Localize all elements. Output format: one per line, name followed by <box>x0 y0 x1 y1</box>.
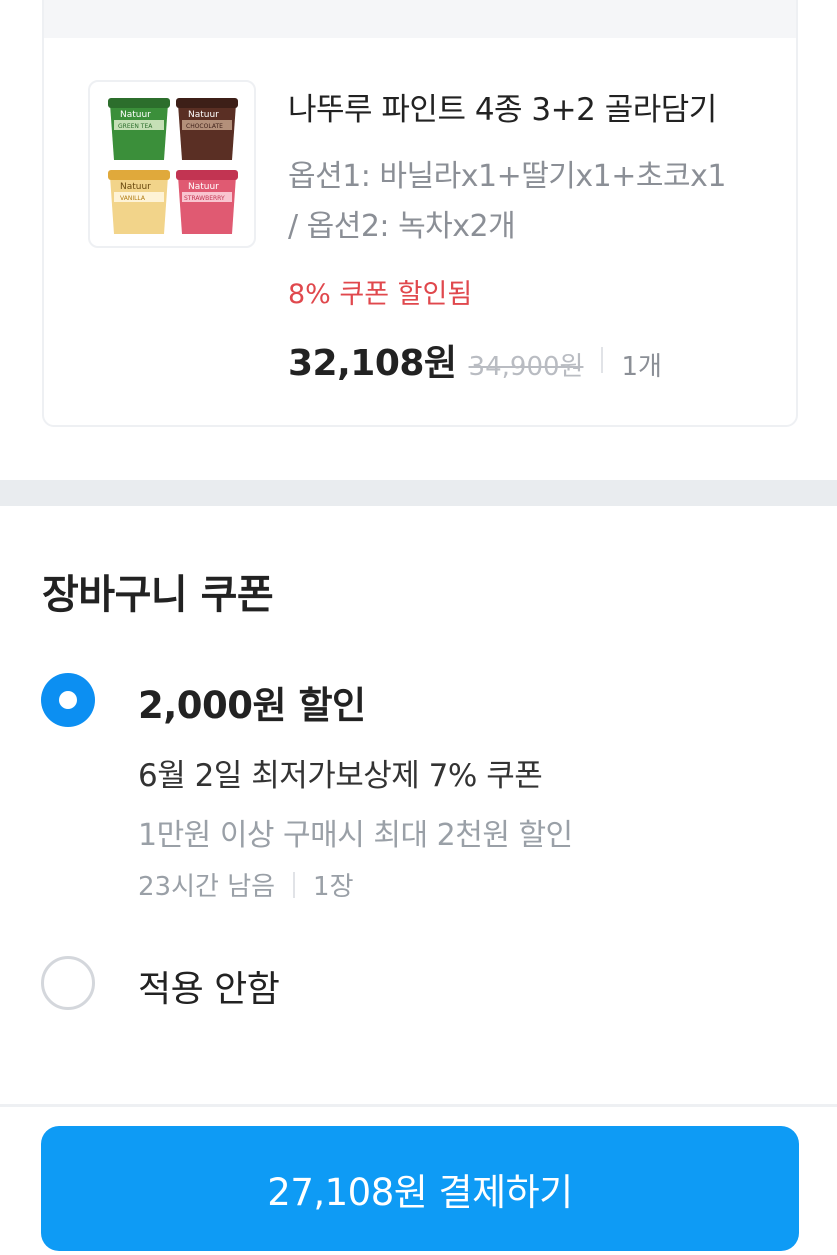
price-row: 32,108원 34,900원 1개 <box>288 334 662 386</box>
cart-coupon-title: 장바구니 쿠폰 <box>42 572 274 618</box>
no-coupon-label[interactable]: 적용 안함 <box>138 960 280 1012</box>
option-line-1: 옵션1: 바닐라x1+딸기x1+초코x1 <box>288 159 726 194</box>
coupon-applied-label: 8% 쿠폰 할인됨 <box>288 279 473 310</box>
brand-label-2: Natuur <box>188 110 219 120</box>
no-coupon-radio[interactable] <box>41 956 95 1010</box>
ice-cream-pints-icon: Natuur Natuur Natuur Natuur GREEN TEA CH… <box>108 98 238 234</box>
flavor-label-3: VANILLA <box>120 195 146 202</box>
original-price: 34,900원 <box>468 352 584 382</box>
brand-label-1: Natuur <box>120 110 151 120</box>
option-line-2: / 옵션2: 녹차x2개 <box>288 209 516 244</box>
coupon-radio-selected[interactable] <box>41 673 95 727</box>
section-divider <box>0 480 837 506</box>
flavor-label-2: CHOCOLATE <box>186 123 223 130</box>
bottom-bar-divider <box>0 1104 837 1107</box>
divider <box>601 347 604 373</box>
current-price: 32,108원 <box>288 343 457 384</box>
coupon-count: 1장 <box>313 872 354 902</box>
cart-checkout-screen: Natuur Natuur Natuur Natuur GREEN TEA CH… <box>0 0 837 1255</box>
flavor-label-4: STRAWBERRY <box>184 195 225 202</box>
coupon-discount-amount[interactable]: 2,000원 할인 <box>138 675 366 729</box>
quantity: 1개 <box>621 352 662 382</box>
pay-button[interactable]: 27,108원 결제하기 <box>41 1126 799 1251</box>
coupon-meta: 23시간 남음 1장 <box>138 866 354 903</box>
flavor-label-1: GREEN TEA <box>118 123 153 130</box>
divider <box>293 871 296 898</box>
product-image[interactable]: Natuur Natuur Natuur Natuur GREEN TEA CH… <box>88 80 256 248</box>
product-options: 옵션1: 바닐라x1+딸기x1+초코x1 / 옵션2: 녹차x2개 <box>288 152 768 252</box>
coupon-condition: 1만원 이상 구매시 최대 2천원 할인 <box>138 818 573 853</box>
coupon-name: 6월 2일 최저가보상제 7% 쿠폰 <box>138 758 543 794</box>
brand-label-3: Natuur <box>120 182 151 192</box>
product-card: Natuur Natuur Natuur Natuur GREEN TEA CH… <box>42 0 798 427</box>
coupon-time-left: 23시간 남음 <box>138 872 276 902</box>
product-name[interactable]: 나뚜루 파인트 4종 3+2 골라담기 <box>288 84 717 129</box>
card-header-strip <box>44 0 796 38</box>
brand-label-4: Natuur <box>188 182 219 192</box>
